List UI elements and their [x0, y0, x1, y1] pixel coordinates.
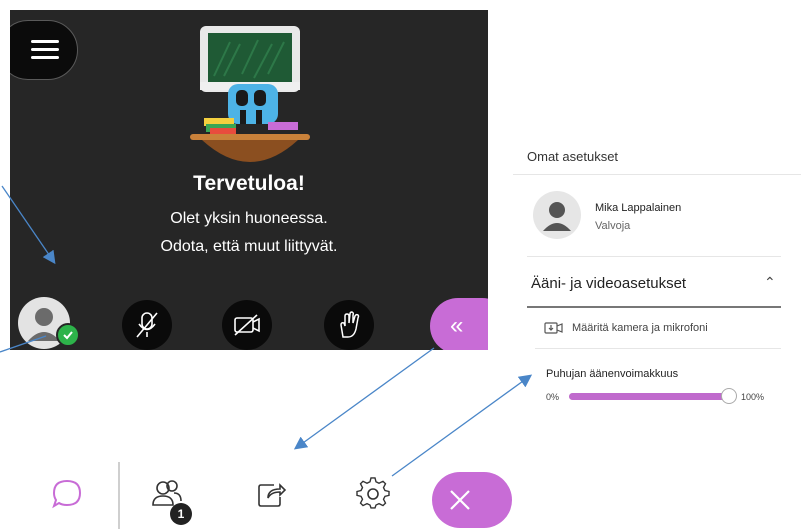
my-settings-panel: Omat asetukset Mika Lappalainen Valvoja …: [513, 128, 801, 418]
speaker-volume-label: Puhujan äänenvoimakkuus: [546, 368, 679, 380]
divider: [527, 256, 781, 257]
annotation-arrow: [391, 374, 533, 477]
user-role: Valvoja: [595, 220, 631, 232]
annotation-arrow: [293, 347, 435, 450]
bottom-toolbar: 1: [0, 462, 500, 529]
setup-camera-mic-label: Määritä kamera ja mikrofoni: [572, 322, 708, 334]
volume-slider-thumb[interactable]: [721, 388, 738, 404]
camera-off-icon: [234, 314, 260, 336]
hamburger-icon: [31, 40, 59, 60]
close-panel-button[interactable]: [432, 472, 512, 528]
divider: [118, 462, 120, 529]
collapse-panel-button[interactable]: «: [430, 298, 488, 350]
speaker-volume-slider[interactable]: [569, 388, 738, 404]
session-stage: Tervetuloa! Olet yksin huoneessa. Odota,…: [10, 10, 488, 350]
chat-icon[interactable]: [50, 477, 84, 511]
camera-toggle-button[interactable]: [222, 300, 272, 350]
mic-off-icon: [136, 312, 158, 338]
welcome-message-line2: Odota, että muut liittyvät.: [160, 238, 338, 255]
participants-count-badge: 1: [170, 503, 192, 525]
close-icon: [450, 490, 470, 510]
setup-camera-mic-button[interactable]: Määritä kamera ja mikrofoni: [544, 321, 708, 335]
chevron-up-icon[interactable]: ⌃: [764, 274, 776, 291]
settings-gear-icon[interactable]: [356, 477, 390, 511]
audio-video-section-header[interactable]: Ääni- ja videoasetukset: [531, 275, 686, 292]
welcome-message-line1: Olet yksin huoneessa.: [170, 210, 328, 227]
ready-check-icon: [56, 323, 80, 347]
share-content-icon[interactable]: [254, 477, 288, 511]
classroom-illustration: [190, 26, 310, 162]
divider: [513, 174, 801, 175]
raise-hand-icon: [340, 311, 360, 338]
divider: [535, 348, 781, 349]
welcome-title: Tervetuloa!: [193, 172, 305, 195]
user-name: Mika Lappalainen: [595, 202, 682, 214]
microphone-toggle-button[interactable]: [122, 300, 172, 350]
volume-fill: [569, 393, 730, 400]
camera-mic-setup-icon: [544, 322, 563, 334]
divider: [527, 306, 781, 308]
user-avatar-icon: [543, 202, 571, 231]
session-menu-button[interactable]: [10, 20, 78, 80]
double-chevron-left-icon: «: [450, 312, 464, 339]
raise-hand-button[interactable]: [324, 300, 374, 350]
volume-max-label: 100%: [741, 392, 765, 402]
volume-min-label: 0%: [546, 392, 560, 402]
settings-panel-title: Omat asetukset: [527, 149, 619, 164]
avatar: [533, 191, 581, 239]
